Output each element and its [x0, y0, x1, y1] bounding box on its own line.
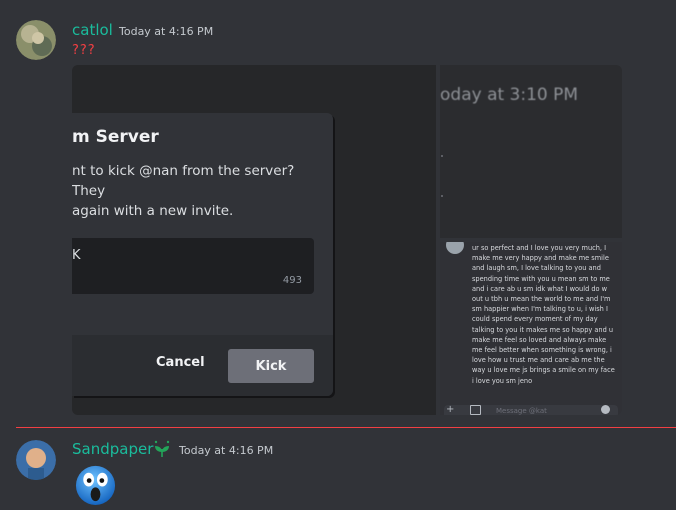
modal-body-line-2: again with a new invite.: [72, 203, 234, 219]
screenshot-chat[interactable]: ur so perfect and I love you very much, …: [440, 242, 622, 415]
modal-body: nt to kick @nan from the server? They ag…: [72, 161, 312, 221]
screenshot-kick-modal[interactable]: m Server nt to kick @nan from the server…: [72, 65, 436, 415]
message-catlol: catlol Today at 4:16 PM ??? m Server nt …: [0, 0, 676, 425]
reason-field: K 493: [72, 238, 314, 294]
gift-icon: [470, 405, 481, 415]
divider-mark: [441, 155, 443, 157]
avatar[interactable]: [16, 440, 56, 480]
divider-mark: [441, 195, 443, 197]
screaming-face-emoji: [75, 465, 116, 506]
modal-title: m Server: [72, 127, 159, 147]
author-name[interactable]: catlol: [72, 21, 113, 39]
modal-footer: Cancel Kick: [72, 335, 333, 396]
modal-body-line-1: nt to kick @nan from the server? They: [72, 163, 295, 199]
message-timestamp: Today at 4:16 PM: [179, 444, 274, 457]
char-count: 493: [282, 275, 302, 286]
emoji-icon: [601, 405, 610, 414]
kick-modal: m Server nt to kick @nan from the server…: [72, 113, 333, 396]
input-placeholder: Message @kat: [496, 407, 547, 415]
leaf-icon[interactable]: [152, 440, 172, 460]
cancel-button: Cancel: [156, 355, 205, 370]
avatar[interactable]: [16, 20, 56, 60]
chat-text: ur so perfect and I love you very much, …: [472, 244, 615, 385]
plus-icon: +: [446, 404, 455, 415]
kick-button: Kick: [228, 349, 314, 383]
message-text: ???: [72, 43, 96, 58]
avatar: [446, 242, 464, 254]
image-attachment-grid[interactable]: m Server nt to kick @nan from the server…: [72, 65, 622, 415]
blurred-timestamp: oday at 3:10 PM: [440, 85, 579, 105]
author-name[interactable]: Sandpaper: [72, 440, 153, 458]
screenshot-timestamp[interactable]: oday at 3:10 PM: [440, 65, 622, 238]
new-messages-divider: [16, 427, 676, 428]
reason-value: K: [72, 248, 81, 263]
message-timestamp: Today at 4:16 PM: [119, 25, 214, 38]
